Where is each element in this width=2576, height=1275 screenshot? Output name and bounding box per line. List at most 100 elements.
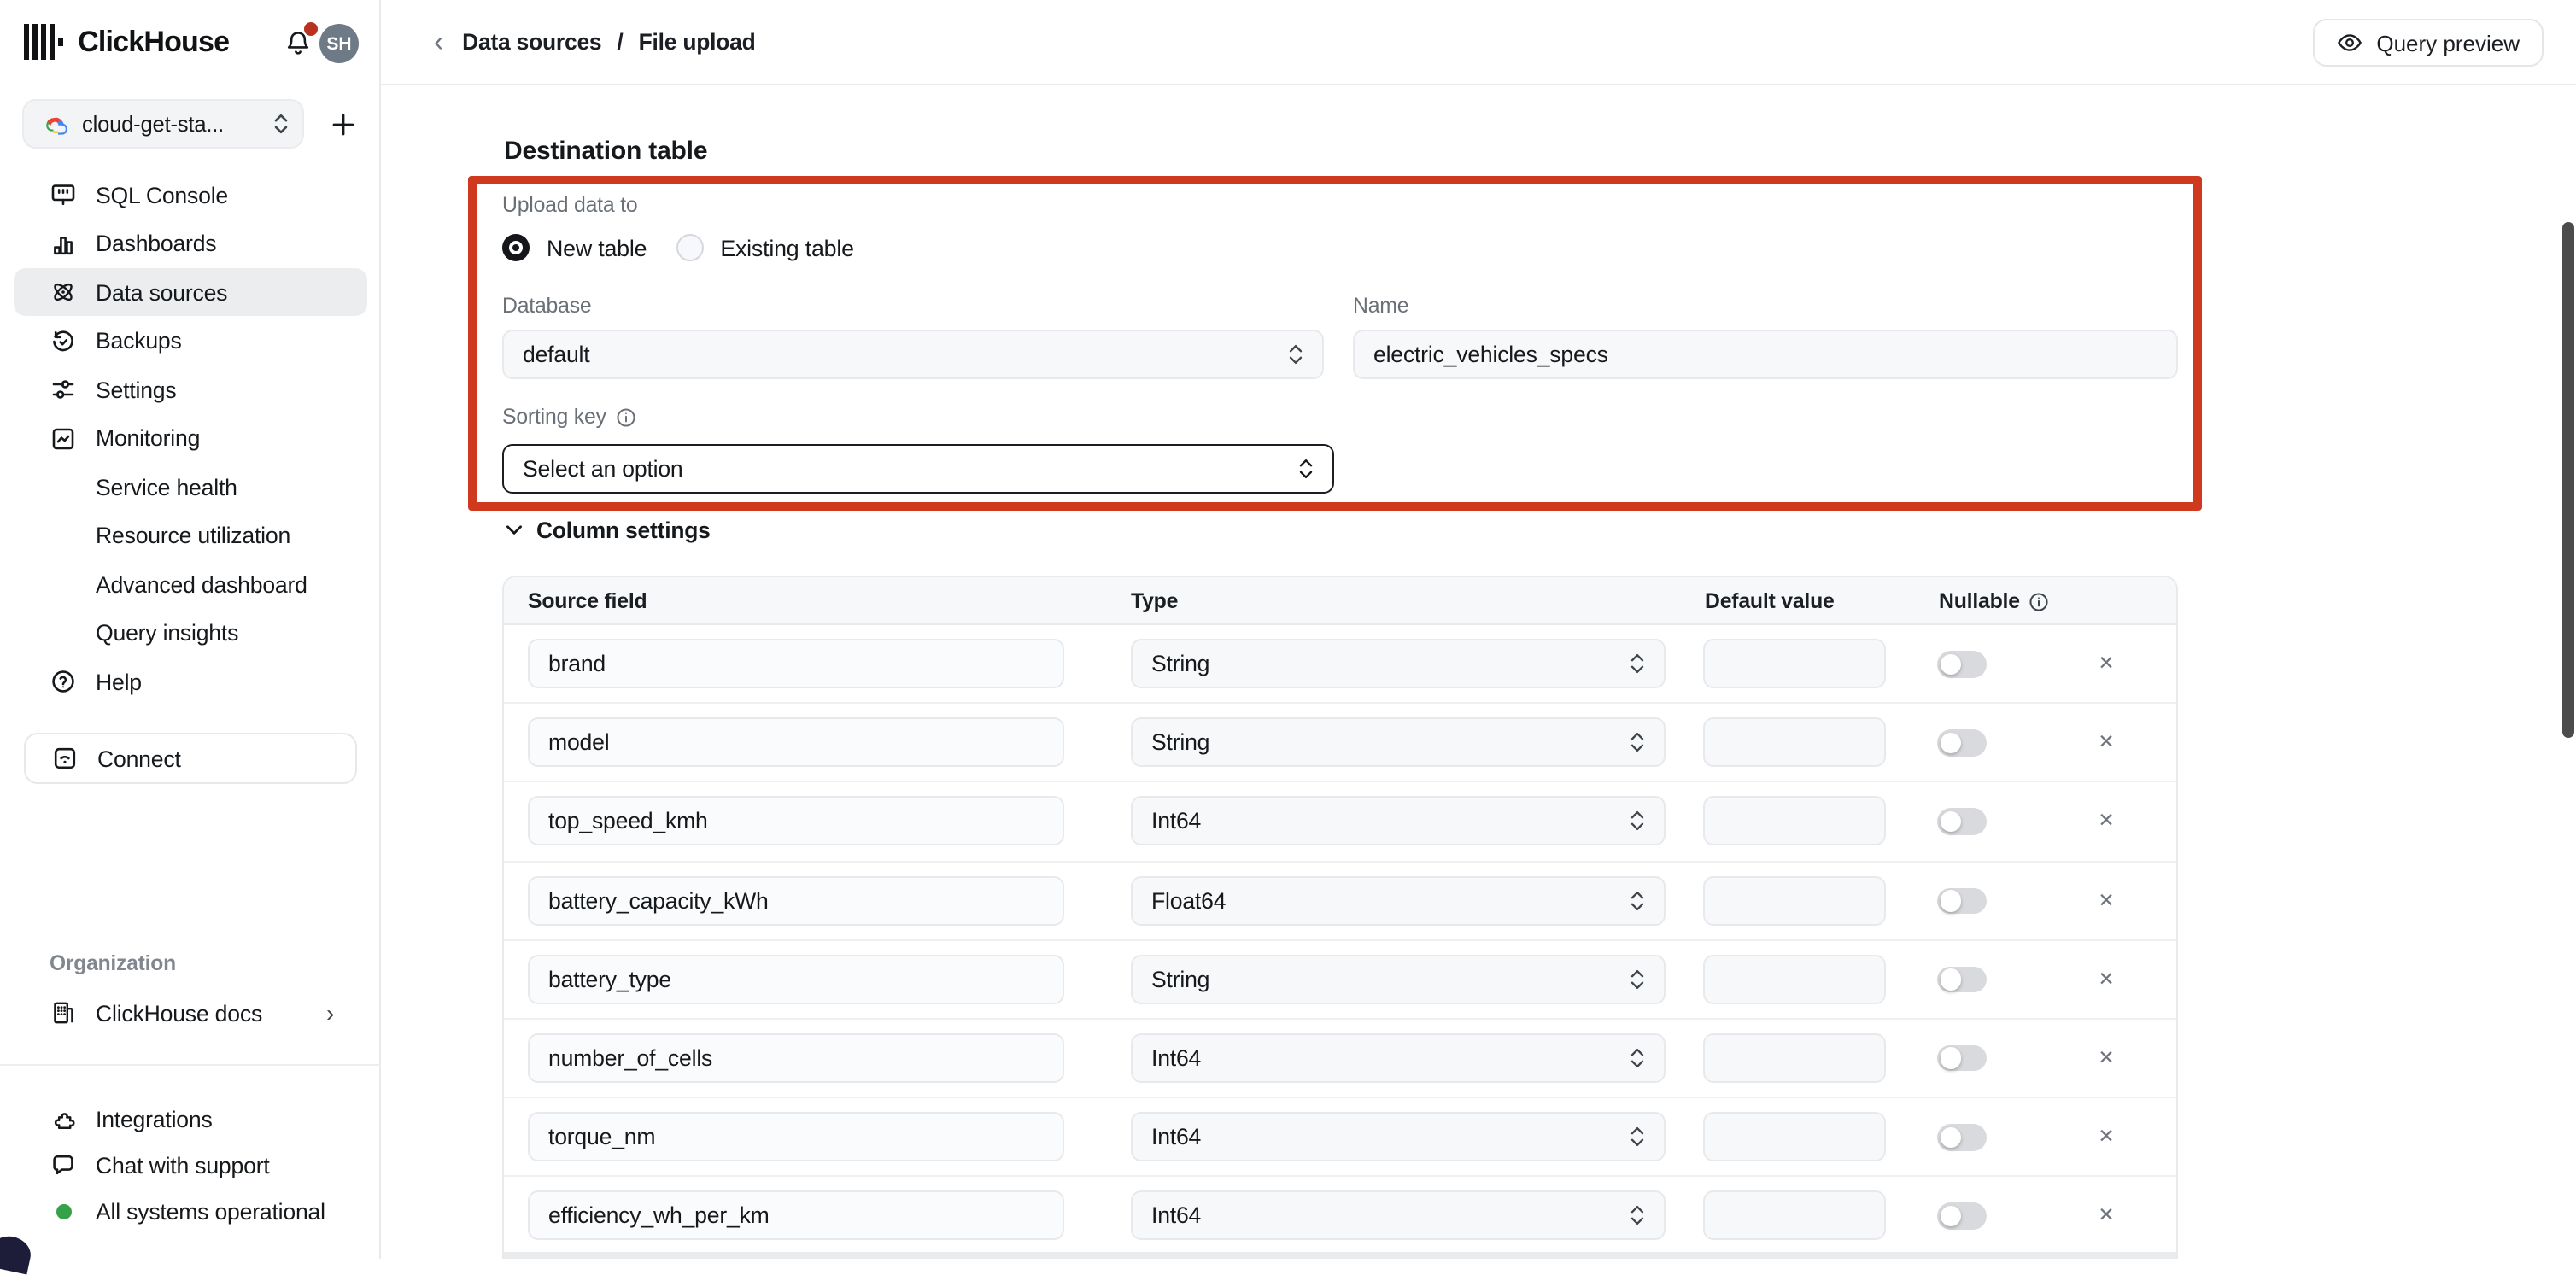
remove-column-button[interactable]: ✕ — [2091, 886, 2122, 916]
default-value-input[interactable] — [1703, 955, 1886, 1004]
toggle-knob — [1940, 969, 1961, 991]
column-table-body: brand String ✕ model String ✕ top_speed_… — [504, 625, 2176, 1256]
radio-unchecked-icon — [676, 234, 703, 261]
notification-badge — [304, 22, 318, 36]
type-select[interactable]: String — [1131, 717, 1666, 767]
default-value-input[interactable] — [1703, 875, 1886, 925]
nullable-toggle[interactable] — [1937, 1124, 1987, 1150]
type-select[interactable]: Int64 — [1131, 797, 1666, 846]
source-field-input[interactable]: torque_nm — [528, 1112, 1064, 1161]
chevron-updown-icon — [1630, 731, 1645, 753]
table-row: efficiency_wh_per_km Int64 ✕ — [504, 1178, 2176, 1256]
source-field-input[interactable]: efficiency_wh_per_km — [528, 1191, 1064, 1241]
default-value-input[interactable] — [1703, 797, 1886, 846]
sidebar-item-backups[interactable]: Backups — [14, 317, 367, 365]
sidebar-divider — [0, 1064, 381, 1066]
remove-column-button[interactable]: ✕ — [2091, 807, 2122, 838]
remove-column-button[interactable]: ✕ — [2091, 1122, 2122, 1153]
source-field-input[interactable]: battery_type — [528, 955, 1064, 1004]
sidebar-item-help[interactable]: Help — [14, 658, 367, 705]
nullable-toggle[interactable] — [1937, 967, 1987, 993]
default-value-input[interactable] — [1703, 1191, 1886, 1241]
clickhouse-logo[interactable]: ClickHouse — [24, 24, 229, 60]
sorting-key-label: Sorting key — [502, 405, 635, 429]
source-field-input[interactable]: model — [528, 717, 1064, 767]
connect-icon — [51, 745, 79, 772]
type-select[interactable]: String — [1131, 955, 1666, 1004]
sidebar-item-advanced-dashboard[interactable]: Advanced dashboard — [14, 560, 367, 608]
column-settings-toggle[interactable]: Column settings — [506, 518, 711, 543]
radio-new-table[interactable]: New table — [502, 234, 647, 261]
sidebar-item-resource-utilization[interactable]: Resource utilization — [14, 512, 367, 559]
type-select[interactable]: String — [1131, 639, 1666, 688]
monitoring-icon — [50, 424, 77, 452]
sidebar-nav: SQL Console Dashboards Data sources Back… — [14, 171, 367, 705]
nullable-toggle[interactable] — [1937, 809, 1987, 835]
system-status[interactable]: All systems operational — [14, 1187, 367, 1235]
source-field-input[interactable]: battery_capacity_kWh — [528, 875, 1064, 925]
nullable-toggle[interactable] — [1937, 1203, 1987, 1230]
database-select[interactable]: default — [502, 330, 1324, 379]
table-row: battery_capacity_kWh Float64 ✕ — [504, 862, 2176, 940]
toggle-knob — [1940, 1126, 1961, 1148]
type-select[interactable]: Float64 — [1131, 875, 1666, 925]
app-root: ClickHouse SH cloud-get-sta... — [0, 0, 2576, 1259]
sidebar-item-data-sources[interactable]: Data sources — [14, 268, 367, 316]
remove-column-button[interactable]: ✕ — [2091, 728, 2122, 758]
source-field-input[interactable]: number_of_cells — [528, 1033, 1064, 1083]
help-icon — [50, 668, 77, 695]
sidebar-item-chat-support[interactable]: Chat with support — [14, 1141, 367, 1189]
sidebar-item-sql-console[interactable]: SQL Console — [14, 171, 367, 219]
default-value-input[interactable] — [1703, 1112, 1886, 1161]
remove-column-button[interactable]: ✕ — [2091, 965, 2122, 996]
source-field-input[interactable]: brand — [528, 639, 1064, 688]
type-select[interactable]: Int64 — [1131, 1033, 1666, 1083]
connect-button[interactable]: Connect — [24, 733, 357, 784]
type-select[interactable]: Int64 — [1131, 1112, 1666, 1161]
next-section-peek — [504, 1252, 2176, 1259]
table-name-input[interactable]: electric_vehicles_specs — [1353, 330, 2178, 379]
type-select[interactable]: Int64 — [1131, 1191, 1666, 1241]
col-nullable: Nullable — [1939, 577, 2049, 625]
add-service-button[interactable] — [325, 106, 360, 142]
chevron-updown-icon — [1630, 810, 1645, 833]
nullable-toggle[interactable] — [1937, 651, 1987, 677]
remove-column-button[interactable]: ✕ — [2091, 1044, 2122, 1074]
breadcrumb-file-upload: File upload — [639, 29, 756, 55]
sidebar-item-query-insights[interactable]: Query insights — [14, 609, 367, 657]
default-value-input[interactable] — [1703, 717, 1886, 767]
remove-column-button[interactable]: ✕ — [2091, 1202, 2122, 1232]
sidebar-item-clickhouse-docs[interactable]: ClickHouse docs › — [14, 989, 367, 1037]
service-selector[interactable]: cloud-get-sta... — [22, 99, 304, 149]
table-header-row: Source field Type Default value Nullable — [504, 577, 2176, 625]
chevron-updown-icon — [1630, 1047, 1645, 1069]
breadcrumb-data-sources[interactable]: Data sources — [462, 29, 601, 55]
col-source-field: Source field — [528, 577, 647, 625]
sidebar-item-service-health[interactable]: Service health — [14, 463, 367, 511]
nullable-toggle[interactable] — [1937, 729, 1987, 756]
radio-existing-table[interactable]: Existing table — [676, 234, 854, 261]
default-value-input[interactable] — [1703, 1033, 1886, 1083]
nullable-toggle[interactable] — [1937, 887, 1987, 914]
sidebar-item-integrations[interactable]: Integrations — [14, 1095, 367, 1143]
remove-column-button[interactable]: ✕ — [2091, 649, 2122, 680]
vertical-scrollbar[interactable] — [2562, 222, 2573, 738]
avatar[interactable]: SH — [319, 24, 359, 63]
sidebar-item-settings[interactable]: Settings — [14, 366, 367, 413]
chevron-updown-icon — [1630, 968, 1645, 991]
connect-label: Connect — [97, 746, 181, 771]
settings-icon — [50, 376, 77, 403]
back-button[interactable]: ‹ — [427, 27, 450, 56]
query-preview-button[interactable]: Query preview — [2313, 19, 2544, 67]
sidebar-item-monitoring[interactable]: Monitoring — [14, 414, 367, 462]
nullable-toggle[interactable] — [1937, 1045, 1987, 1072]
table-row: battery_type String ✕ — [504, 941, 2176, 1020]
default-value-input[interactable] — [1703, 639, 1886, 688]
clickhouse-logo-icon — [24, 24, 62, 60]
sorting-key-select[interactable]: Select an option — [502, 444, 1334, 494]
source-field-input[interactable]: top_speed_kmh — [528, 797, 1064, 846]
corner-illustration — [0, 1232, 34, 1274]
sidebar-item-dashboards[interactable]: Dashboards — [14, 219, 367, 267]
dashboards-icon — [50, 230, 77, 257]
chevron-updown-icon — [273, 113, 289, 135]
